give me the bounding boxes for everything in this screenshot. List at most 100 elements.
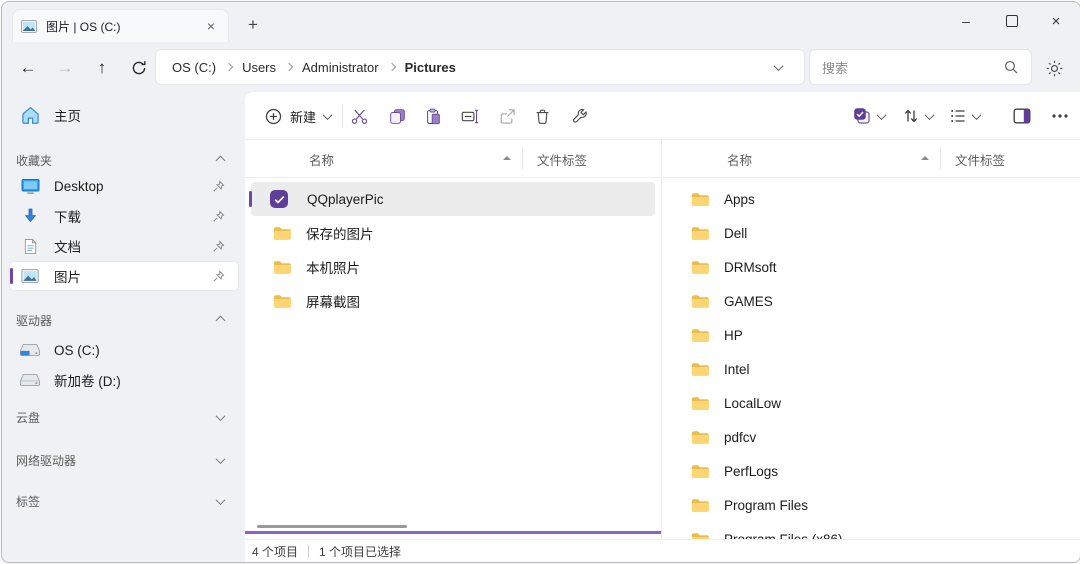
file-row[interactable]: GAMES [669, 284, 1074, 318]
select-all-icon [853, 107, 871, 125]
chevron-right-icon [387, 63, 395, 71]
section-label: 驱动器 [16, 312, 217, 329]
tab-title: 图片 | OS (C:) [46, 18, 202, 35]
file-row[interactable]: Program Files [669, 488, 1074, 522]
rename-button[interactable] [453, 99, 487, 133]
breadcrumb-item[interactable]: OS (C:) [168, 58, 220, 77]
folder-icon [691, 328, 709, 343]
chevron-up-icon [216, 315, 226, 325]
file-name: HP [724, 328, 743, 343]
refresh-button[interactable] [125, 54, 153, 82]
file-row[interactable]: DRMsoft [669, 250, 1074, 284]
tools-button[interactable] [563, 99, 597, 133]
column-header-name[interactable]: 名称 [309, 150, 334, 169]
forward-button[interactable]: → [51, 54, 79, 82]
settings-button[interactable] [1042, 56, 1066, 80]
column-header-tags[interactable]: 文件标签 [955, 150, 1005, 169]
sidebar-item-pictures[interactable]: 图片 [10, 262, 238, 290]
sidebar-item-drive-c[interactable]: OS (C:) [10, 336, 238, 364]
column-divider[interactable] [522, 148, 523, 169]
cut-button[interactable] [342, 99, 376, 133]
sidebar-item-label: 文档 [54, 236, 198, 256]
selection-indicator [249, 191, 252, 207]
breadcrumb-item[interactable]: Users [238, 58, 280, 77]
preview-pane-button[interactable] [1005, 99, 1039, 133]
paste-button[interactable] [416, 99, 450, 133]
new-tab-button[interactable]: + [240, 12, 266, 38]
maximize-button[interactable] [990, 2, 1034, 40]
trash-icon [534, 108, 551, 125]
sidebar-item-drive-d[interactable]: 新加卷 (D:) [10, 366, 238, 394]
file-row-selected[interactable]: QQplayerPic [251, 182, 655, 216]
sort-ascending-icon [503, 156, 511, 160]
file-row[interactable]: 屏幕截图 [251, 284, 655, 318]
search-input[interactable]: 搜索 [809, 49, 1032, 85]
desktop-icon [20, 178, 40, 195]
sidebar-item-label: 新加卷 (D:) [54, 370, 238, 390]
section-label: 云盘 [16, 409, 217, 426]
tab-close-icon[interactable]: × [202, 17, 220, 35]
wrench-icon [572, 108, 589, 125]
file-row[interactable]: 保存的图片 [251, 216, 655, 250]
folder-icon [691, 498, 709, 513]
file-row[interactable]: Apps [669, 182, 1074, 216]
sort-button[interactable] [903, 99, 933, 133]
breadcrumb-item-current[interactable]: Pictures [401, 58, 460, 77]
column-header-tags[interactable]: 文件标签 [537, 150, 587, 169]
maximize-icon [1006, 15, 1018, 27]
command-toolbar: 新建 [245, 92, 1080, 140]
file-row[interactable]: PerfLogs [669, 454, 1074, 488]
share-button[interactable] [490, 99, 524, 133]
sidebar-item-downloads[interactable]: 下载 [10, 202, 238, 230]
file-row[interactable]: Dell [669, 216, 1074, 250]
section-cloud[interactable]: 云盘 [10, 405, 238, 429]
select-mode-button[interactable] [853, 99, 885, 133]
pin-icon[interactable] [208, 210, 228, 223]
horizontal-scrollbar[interactable] [257, 525, 407, 528]
breadcrumb-item[interactable]: Administrator [298, 58, 383, 77]
column-divider[interactable] [940, 148, 941, 169]
section-drives[interactable]: 驱动器 [10, 308, 238, 332]
pin-icon[interactable] [208, 180, 228, 193]
file-row[interactable]: 本机照片 [251, 250, 655, 284]
section-tags[interactable]: 标签 [10, 489, 238, 513]
more-options-button[interactable] [1043, 99, 1077, 133]
search-icon[interactable] [1003, 59, 1019, 75]
section-network[interactable]: 网络驱动器 [10, 448, 238, 472]
chevron-right-icon [225, 63, 233, 71]
file-row[interactable]: HP [669, 318, 1074, 352]
drive-d-icon [20, 373, 40, 387]
pin-icon[interactable] [208, 240, 228, 253]
sidebar-item-home[interactable]: 主页 [10, 100, 238, 130]
copy-button[interactable] [380, 99, 414, 133]
up-button[interactable]: ↑ [88, 54, 116, 82]
file-row-clipped[interactable]: Program Files (x86) [669, 522, 1074, 540]
sort-icon [903, 108, 919, 124]
tab-bar: 图片 | OS (C:) × + – × [2, 2, 1080, 42]
pane-pictures: 名称 文件标签 QQplayerPic 保存的图片 [245, 140, 662, 540]
section-favorites[interactable]: 收藏夹 [10, 148, 238, 172]
sidebar-item-desktop[interactable]: Desktop [10, 172, 238, 200]
ellipsis-icon [1052, 114, 1068, 118]
file-row[interactable]: pdfcv [669, 420, 1074, 454]
checkbox-checked-icon[interactable] [270, 190, 288, 208]
chevron-down-icon [323, 110, 333, 120]
breadcrumb[interactable]: OS (C:) Users Administrator Pictures [155, 49, 805, 85]
view-button[interactable] [950, 99, 980, 133]
file-name: 屏幕截图 [306, 291, 360, 311]
chevron-down-icon [216, 411, 226, 421]
chevron-down-icon [925, 110, 935, 120]
folder-icon [273, 226, 291, 241]
file-row[interactable]: LocalLow [669, 386, 1074, 420]
pin-icon[interactable] [208, 270, 228, 283]
delete-button[interactable] [525, 99, 559, 133]
file-row[interactable]: Intel [669, 352, 1074, 386]
back-button[interactable]: ← [14, 54, 42, 82]
address-dropdown-icon[interactable] [774, 61, 784, 71]
sidebar-item-documents[interactable]: 文档 [10, 232, 238, 260]
new-button[interactable]: 新建 [257, 100, 339, 132]
column-header-name[interactable]: 名称 [727, 150, 752, 169]
explorer-tab[interactable]: 图片 | OS (C:) × [12, 9, 229, 42]
minimize-button[interactable]: – [944, 2, 988, 40]
close-button[interactable]: × [1034, 2, 1078, 40]
